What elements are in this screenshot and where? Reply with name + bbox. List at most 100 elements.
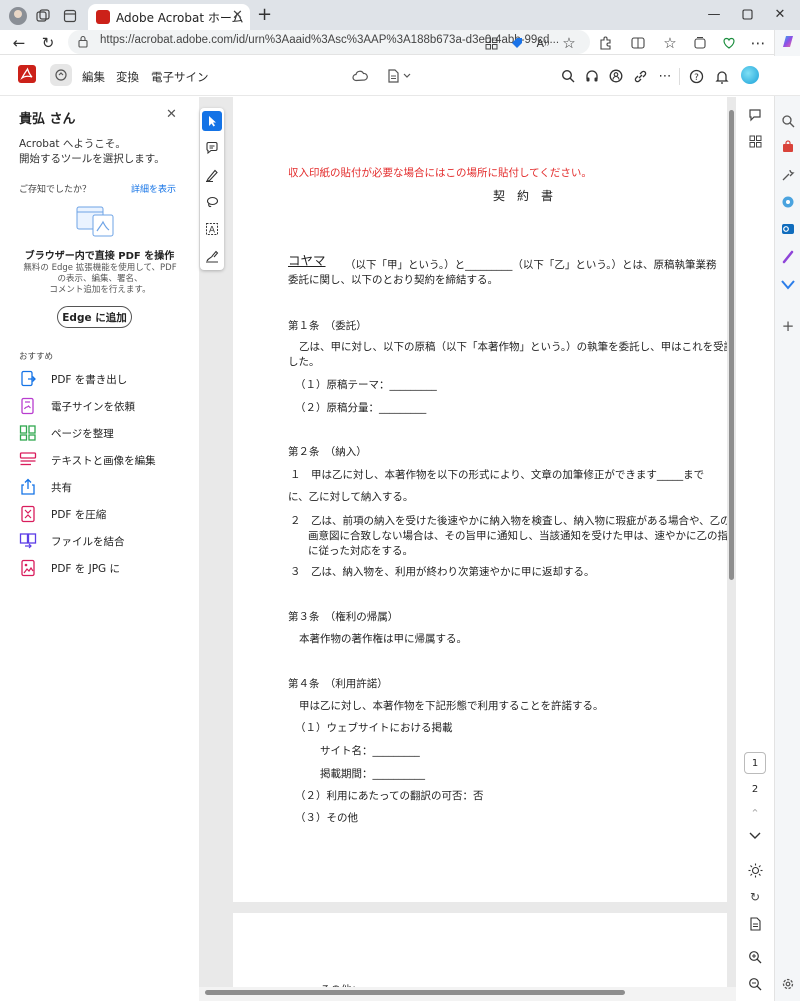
greeting: 貴弘 さん bbox=[19, 112, 76, 127]
split-screen-icon[interactable] bbox=[627, 32, 649, 54]
tool-item[interactable]: PDF を圧縮 bbox=[19, 503, 189, 525]
search-sidebar-icon[interactable] bbox=[779, 112, 797, 130]
new-tab-icon[interactable]: + bbox=[257, 5, 272, 25]
notifications-bell-icon[interactable] bbox=[713, 67, 731, 85]
promo-description: 無料の Edge 拡張機能を使用して、PDF の表示、編集、署名、 コメント追加… bbox=[10, 263, 190, 296]
zoom-in-icon[interactable] bbox=[746, 948, 764, 966]
menu-esign[interactable]: 電子サイン bbox=[151, 69, 209, 85]
coupon-tag-icon[interactable] bbox=[506, 32, 528, 54]
highlight-pen-icon[interactable] bbox=[202, 165, 222, 185]
minimize-icon[interactable]: — bbox=[704, 4, 724, 24]
promo-desc-line-3: コメント追加を行えます。 bbox=[49, 285, 151, 295]
copilot-icon[interactable] bbox=[779, 32, 797, 50]
page-number-total: 2 bbox=[751, 783, 759, 795]
freehand-lasso-icon[interactable] bbox=[202, 192, 222, 212]
help-icon[interactable]: ? bbox=[687, 67, 705, 85]
article-2-para-3: ３ 乙は、納入物を、利用が終わり次第速やかに甲に返却する。 bbox=[290, 566, 595, 578]
svg-text:A: A bbox=[209, 226, 216, 236]
more-options-icon[interactable]: ⋯ bbox=[656, 67, 674, 85]
article-2-para-1-line-2: に、乙に対して納入する。 bbox=[288, 491, 414, 503]
select-cursor-icon[interactable] bbox=[202, 111, 222, 131]
tab-close-icon[interactable]: ✕ bbox=[232, 9, 243, 23]
headphones-icon[interactable] bbox=[583, 67, 601, 85]
article-2-heading: 第２条 （納入） bbox=[288, 446, 367, 458]
tool-item[interactable]: 共有 bbox=[19, 476, 189, 498]
share-icon bbox=[19, 478, 37, 496]
tab-actions-icon[interactable] bbox=[61, 7, 79, 25]
maximize-icon[interactable] bbox=[737, 4, 757, 24]
designer-icon[interactable] bbox=[779, 248, 797, 266]
page-up-icon[interactable]: ⌃ bbox=[746, 804, 764, 822]
menu-convert[interactable]: 変換 bbox=[116, 69, 139, 85]
tool-item[interactable]: ページを整理 bbox=[19, 422, 189, 444]
brightness-icon[interactable] bbox=[746, 861, 764, 879]
article-4-site-name: サイト名：_________ bbox=[320, 745, 420, 757]
search-icon[interactable] bbox=[559, 67, 577, 85]
page-fit-icon[interactable] bbox=[746, 915, 764, 933]
tool-item[interactable]: PDF を JPG に bbox=[19, 557, 189, 579]
add-text-icon[interactable]: A bbox=[202, 219, 222, 239]
extensions-icon[interactable] bbox=[594, 32, 616, 54]
recommended-label: おすすめ bbox=[19, 352, 54, 362]
zoom-out-icon[interactable] bbox=[746, 975, 764, 993]
profile-avatar[interactable] bbox=[9, 7, 27, 25]
tip-label: ご存知でしたか？ bbox=[19, 185, 92, 195]
copy-link-icon[interactable] bbox=[631, 67, 649, 85]
contract-title: 契 約 書 bbox=[492, 189, 553, 203]
browser-tab[interactable]: Adobe Acrobat ホーム ✕ bbox=[88, 4, 250, 30]
cloud-icon[interactable] bbox=[351, 67, 369, 85]
panel-close-icon[interactable]: ✕ bbox=[166, 107, 177, 122]
file-menu-icon[interactable] bbox=[386, 67, 414, 85]
browser-essentials-icon[interactable] bbox=[718, 32, 740, 54]
tool-label: PDF を書き出し bbox=[51, 373, 128, 386]
menu-edit[interactable]: 編集 bbox=[82, 69, 105, 85]
shopping-icon[interactable] bbox=[779, 138, 797, 156]
add-to-edge-button[interactable]: Edge に追加 bbox=[57, 306, 132, 328]
article-1-item-1: （１）原稿テーマ：_________ bbox=[295, 379, 437, 391]
tool-label: ページを整理 bbox=[51, 427, 114, 440]
tool-item[interactable]: 電子サインを依頼 bbox=[19, 395, 189, 417]
user-avatar[interactable] bbox=[741, 66, 759, 84]
close-window-icon[interactable]: ✕ bbox=[770, 4, 790, 24]
comments-panel-icon[interactable] bbox=[746, 106, 764, 124]
outlook-icon[interactable] bbox=[779, 220, 797, 238]
pdf-page-1: 収入印紙の貼付が必要な場合にはこの場所に貼付してください。 契 約 書 コヤマ … bbox=[233, 97, 727, 902]
favorite-star-icon[interactable]: ☆ bbox=[558, 32, 580, 54]
horizontal-scrollbar[interactable] bbox=[205, 990, 625, 995]
games-icon[interactable] bbox=[779, 193, 797, 211]
sidebar-settings-icon[interactable] bbox=[779, 975, 797, 993]
workspaces-icon[interactable] bbox=[34, 7, 52, 25]
article-3-heading: 第３条 （権利の帰属） bbox=[288, 611, 399, 623]
back-icon[interactable]: ← bbox=[8, 32, 30, 54]
thumbnails-icon[interactable] bbox=[746, 132, 764, 150]
promo-desc-line-1: 無料の Edge 拡張機能を使用して、PDF bbox=[23, 263, 177, 273]
tool-item[interactable]: PDF を書き出し bbox=[19, 368, 189, 390]
acrobat-logo-icon[interactable] bbox=[18, 65, 36, 83]
article-4-item-2: （２）利用にあたっての翻訳の可否：否 bbox=[295, 790, 484, 802]
page-down-icon[interactable] bbox=[746, 827, 764, 845]
fill-sign-icon[interactable] bbox=[202, 246, 222, 266]
add-comment-icon[interactable] bbox=[202, 138, 222, 158]
browser-toolbar: ← ↻ https://acrobat.adobe.com/id/urn%3Aa… bbox=[0, 30, 800, 55]
read-aloud-icon[interactable]: A)) bbox=[532, 32, 554, 54]
vertical-scrollbar[interactable] bbox=[729, 110, 734, 580]
add-sidebar-app-icon[interactable]: + bbox=[779, 317, 797, 335]
tool-label: PDF を JPG に bbox=[51, 562, 121, 575]
tool-item[interactable]: テキストと画像を編集 bbox=[19, 449, 189, 471]
more-menu-icon[interactable]: ⋯ bbox=[747, 32, 769, 54]
right-rail: ⌃ ↻ bbox=[736, 97, 774, 1001]
page-number-current[interactable]: 1 bbox=[744, 752, 766, 774]
rotate-icon[interactable]: ↻ bbox=[746, 888, 764, 906]
ai-assistant-icon[interactable] bbox=[50, 64, 72, 86]
drop-icon[interactable] bbox=[779, 275, 797, 293]
refresh-icon[interactable]: ↻ bbox=[37, 32, 59, 54]
tool-item[interactable]: ファイルを結合 bbox=[19, 530, 189, 552]
tip-details-link[interactable]: 詳細を表示 bbox=[131, 182, 176, 195]
favorites-icon[interactable]: ☆ bbox=[659, 32, 681, 54]
invite-user-icon[interactable] bbox=[607, 67, 625, 85]
tools-sidebar-icon[interactable] bbox=[779, 166, 797, 184]
tab-title: Adobe Acrobat ホーム bbox=[116, 11, 244, 25]
collections-icon[interactable] bbox=[689, 32, 711, 54]
apps-grid-icon[interactable] bbox=[480, 32, 502, 54]
article-2-para-2-line-1: ２ 乙は、前項の納入を受けた後速やかに納入物を検査し、納入物に瑕疵がある場合や、… bbox=[290, 515, 727, 527]
